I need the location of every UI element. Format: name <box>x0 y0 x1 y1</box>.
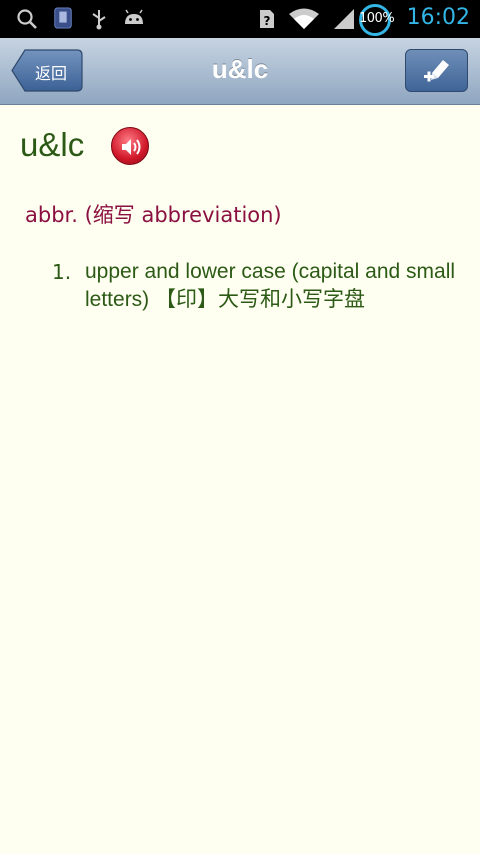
clock: 16:02 <box>406 5 470 30</box>
sim-unknown-icon: ? <box>260 10 274 28</box>
android-icon <box>125 9 143 24</box>
add-to-wordbook-button[interactable] <box>405 49 468 92</box>
status-bar: ? 100% 16:02 <box>0 0 480 38</box>
sense-definition: upper and lower case (capital and small … <box>85 260 456 311</box>
sense-number: 1. <box>52 260 72 284</box>
signal-icon <box>334 9 354 29</box>
speaker-icon <box>122 139 141 155</box>
pen-plus-icon <box>424 60 449 82</box>
search-icon <box>17 9 37 29</box>
wifi-icon <box>289 8 319 29</box>
pronunciation-speaker-button[interactable] <box>111 127 149 165</box>
phone-icon <box>54 7 72 29</box>
title-bar: 返回 u&lc <box>0 38 480 105</box>
headword: u&lc <box>20 126 85 163</box>
usb-icon <box>92 10 106 30</box>
battery-level: 100% <box>359 11 395 26</box>
part-of-speech: abbr. (缩写 abbreviation) <box>25 203 282 227</box>
svg-text:?: ? <box>264 14 271 28</box>
